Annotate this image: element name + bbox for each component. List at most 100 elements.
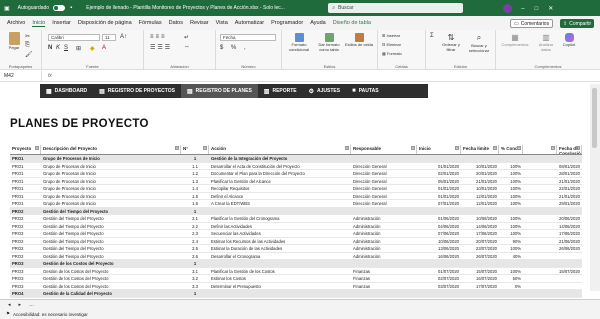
- table-cell[interactable]: [523, 223, 557, 230]
- table-cell[interactable]: 14/06/2020: [461, 223, 499, 230]
- table-cell[interactable]: Desarrollar el Acta de Constitución del …: [209, 163, 351, 170]
- table-cell[interactable]: Documentar el Plan para la Dirección del…: [209, 170, 351, 177]
- table-cell[interactable]: 1.2: [181, 170, 209, 177]
- font-color-icon[interactable]: A: [102, 45, 106, 51]
- table-cell[interactable]: 10/01/2020: [461, 163, 499, 170]
- table-cell[interactable]: [523, 275, 557, 282]
- search-box[interactable]: ⌕ Buscar: [328, 3, 464, 13]
- table-cell[interactable]: 17/06/2020: [557, 230, 582, 237]
- table-cell[interactable]: 1: [181, 260, 209, 267]
- table-cell[interactable]: [523, 215, 557, 222]
- table-cell[interactable]: 10/01/2020: [461, 185, 499, 192]
- table-cell[interactable]: Dirección General: [351, 200, 417, 207]
- table-cell[interactable]: 90%: [499, 238, 523, 245]
- table-cell[interactable]: 10/06/2020: [417, 238, 461, 245]
- table-cell[interactable]: Gestión de los Costos del Proyecto: [41, 283, 181, 290]
- table-cell[interactable]: [557, 290, 582, 297]
- table-cell[interactable]: Administración: [351, 238, 417, 245]
- cell-styles-button[interactable]: Estilos de celda: [344, 33, 374, 47]
- table-cell[interactable]: 20/06/2020: [557, 215, 582, 222]
- menu-diseno-tabla[interactable]: Diseño de tabla: [333, 20, 371, 26]
- table-row[interactable]: PRO2 Gestión del Tiempo del Proyecto 2.2 De…: [10, 223, 582, 230]
- paste-button[interactable]: Pegar: [6, 32, 22, 50]
- table-cell[interactable]: 26/06/2020: [557, 245, 582, 252]
- filter-dropdown-icon[interactable]: ▾: [455, 146, 459, 150]
- insert-button[interactable]: ⊞ Insertar: [382, 33, 400, 38]
- column-header[interactable]: Fecha límite ▾: [461, 145, 499, 154]
- table-cell[interactable]: [461, 290, 499, 297]
- table-cell[interactable]: 07/06/2020: [417, 230, 461, 237]
- table-cell[interactable]: 100%: [499, 185, 523, 192]
- table-cell[interactable]: 100%: [499, 163, 523, 170]
- filter-dropdown-icon[interactable]: ▾: [493, 146, 497, 150]
- table-cell[interactable]: PRO2: [10, 208, 41, 215]
- table-cell[interactable]: 100%: [499, 230, 523, 237]
- menu-vista[interactable]: Vista: [216, 20, 228, 26]
- underline-icon[interactable]: S: [64, 45, 68, 51]
- delete-button[interactable]: ⊟ Eliminar: [382, 42, 401, 47]
- menu-ayuda[interactable]: Ayuda: [310, 20, 326, 26]
- table-cell[interactable]: Estimar los Recursos de las Actividades: [209, 238, 351, 245]
- table-cell[interactable]: [351, 260, 417, 267]
- merge-icon[interactable]: ⇔: [184, 44, 190, 50]
- align-left-icons[interactable]: ☰☰☰: [150, 44, 172, 51]
- table-cell[interactable]: 02/01/2020: [417, 170, 461, 177]
- table-row[interactable]: PRO1 Grupo de Procesos de Inicio 1.2 Docume…: [10, 170, 582, 178]
- table-cell[interactable]: 3.3: [181, 283, 209, 290]
- table-cell[interactable]: 26/07/2020: [461, 253, 499, 260]
- bold-icon[interactable]: N: [48, 45, 52, 51]
- scrollbar-thumb[interactable]: [592, 88, 597, 148]
- nav-pautas[interactable]: ■ PAUTAS: [346, 84, 384, 98]
- table-cell[interactable]: Administración: [351, 223, 417, 230]
- column-header[interactable]: Responsable ▾: [351, 145, 417, 154]
- table-cell[interactable]: Finanzas: [351, 283, 417, 290]
- table-cell[interactable]: 2.6: [181, 253, 209, 260]
- column-header[interactable]: Inicio ▾: [417, 145, 461, 154]
- table-cell[interactable]: Grupo de Procesos de Inicio: [41, 178, 181, 185]
- table-cell[interactable]: 23/07/2020: [461, 245, 499, 252]
- menu-inicio[interactable]: Inicio: [32, 20, 46, 27]
- table-cell[interactable]: [523, 260, 557, 267]
- fill-color-icon[interactable]: ◆: [90, 45, 95, 52]
- table-cell[interactable]: [417, 208, 461, 215]
- column-header[interactable]: Proyecto ▾: [10, 145, 41, 154]
- table-cell[interactable]: 17/06/2020: [461, 230, 499, 237]
- table-cell[interactable]: 08/01/2020: [557, 163, 582, 170]
- table-cell[interactable]: 13/06/2020: [417, 245, 461, 252]
- table-cell[interactable]: 03/07/2020: [417, 283, 461, 290]
- borders-icon[interactable]: ⊞: [76, 45, 81, 52]
- table-row[interactable]: PRO2 Gestión del Tiempo del Proyecto 2.1 Pl…: [10, 215, 582, 223]
- table-cell[interactable]: PRO2: [10, 223, 41, 230]
- table-cell[interactable]: Gestión de los Costos del Proyecto: [41, 260, 181, 267]
- format-button[interactable]: ▦ Formato: [382, 51, 402, 56]
- table-cell[interactable]: 100%: [499, 268, 523, 275]
- table-cell[interactable]: [417, 290, 461, 297]
- table-cell[interactable]: 100%: [499, 178, 523, 185]
- table-cell[interactable]: [461, 155, 499, 162]
- number-format-select[interactable]: Fecha: [220, 34, 276, 41]
- table-cell[interactable]: 01/01/2020: [417, 193, 461, 200]
- table-cell[interactable]: Administración: [351, 215, 417, 222]
- table-cell[interactable]: [523, 208, 557, 215]
- table-cell[interactable]: Dirección General: [351, 185, 417, 192]
- table-cell[interactable]: 1: [181, 155, 209, 162]
- table-cell[interactable]: Grupo de Procesos de Inicio: [41, 185, 181, 192]
- filter-dropdown-icon[interactable]: ▾: [551, 146, 555, 150]
- table-cell[interactable]: Gestión del Tiempo del Proyecto: [41, 238, 181, 245]
- table-cell[interactable]: Grupo de Procesos de Inicio: [41, 193, 181, 200]
- autosum-icon[interactable]: Σ: [430, 33, 434, 39]
- table-cell[interactable]: 20/07/2020: [461, 238, 499, 245]
- column-header[interactable]: Acción ▾: [209, 145, 351, 154]
- table-cell[interactable]: 12/01/2020: [461, 193, 499, 200]
- filter-dropdown-icon[interactable]: ▾: [175, 146, 179, 150]
- number-format-icons[interactable]: $ % ,: [220, 45, 249, 51]
- table-cell[interactable]: 16/07/2020: [461, 275, 499, 282]
- save-icon[interactable]: ▪: [70, 5, 72, 11]
- table-cell[interactable]: 2.1: [181, 215, 209, 222]
- sort-filter-button[interactable]: ⇅ Ordenar y filtrar: [438, 33, 464, 52]
- nav-dashboard[interactable]: ▦ DASHBOARD: [40, 84, 93, 98]
- share-button[interactable]: ⇪ Compartir: [560, 19, 595, 28]
- conditional-format-button[interactable]: Formato condicional: [285, 33, 313, 52]
- copilot-button[interactable]: Copilot: [558, 33, 580, 47]
- vertical-scrollbar[interactable]: [590, 84, 600, 291]
